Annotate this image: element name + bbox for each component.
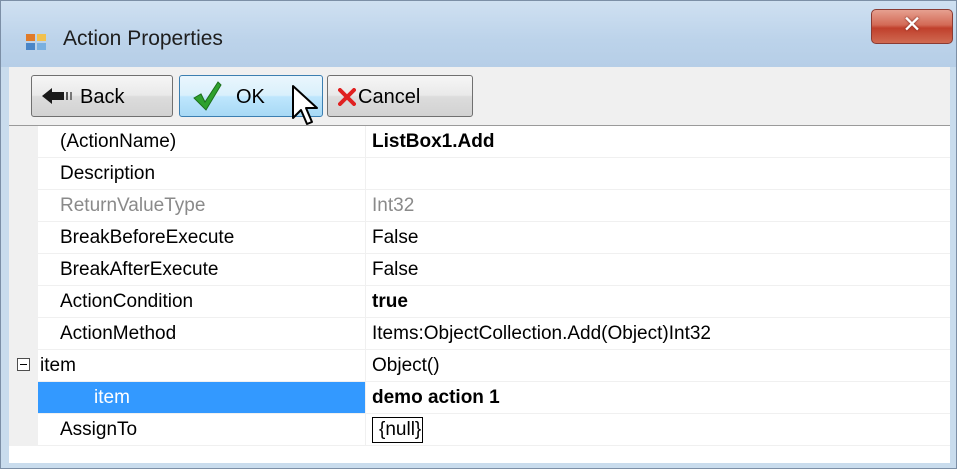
app-form-icon (26, 34, 46, 50)
property-row[interactable]: AssignTo {null} (9, 414, 950, 446)
property-value[interactable]: true (366, 286, 950, 318)
back-label: Back (80, 86, 125, 108)
row-gutter (9, 126, 38, 158)
green-checkmark-icon (193, 81, 222, 111)
property-name[interactable]: ActionMethod (38, 318, 366, 350)
cancel-label: Cancel (358, 86, 421, 108)
property-grid: (ActionName) ListBox1.Add Description Re… (9, 125, 950, 463)
close-icon: ✕ (902, 12, 922, 38)
back-button[interactable]: Back (31, 75, 173, 117)
property-row[interactable]: ActionCondition true (9, 286, 950, 318)
red-x-icon (338, 88, 356, 106)
row-gutter (9, 158, 38, 190)
property-name[interactable]: BreakBeforeExecute (38, 222, 366, 254)
property-value[interactable]: Items:ObjectCollection.Add(Object)Int32 (366, 318, 950, 350)
row-gutter (9, 190, 38, 222)
property-value[interactable]: False (366, 254, 950, 286)
client-area: Back OK Cancel (ActionName) ListBox1.Add (9, 67, 950, 463)
property-value[interactable]: ListBox1.Add (366, 126, 950, 158)
property-value[interactable]: demo action 1 (366, 382, 950, 414)
property-name[interactable]: AssignTo (38, 414, 366, 446)
property-name[interactable]: Description (38, 158, 366, 190)
row-gutter (9, 286, 38, 318)
ok-label: OK (236, 86, 265, 108)
row-gutter (9, 222, 38, 254)
title-bar[interactable]: Action Properties ✕ (1, 1, 956, 67)
row-gutter (9, 254, 38, 286)
property-row[interactable]: BreakBeforeExecute False (9, 222, 950, 254)
property-row[interactable]: (ActionName) ListBox1.Add (9, 126, 950, 158)
property-row[interactable]: ReturnValueType Int32 (9, 190, 950, 222)
value-edit-box[interactable]: {null} (372, 417, 424, 443)
row-gutter (9, 382, 38, 414)
row-gutter (9, 350, 38, 382)
cancel-button[interactable]: Cancel (327, 75, 473, 117)
property-name[interactable]: (ActionName) (38, 126, 366, 158)
row-gutter (9, 414, 38, 446)
property-name[interactable]: BreakAfterExecute (38, 254, 366, 286)
collapse-toggle-icon[interactable] (17, 358, 30, 371)
property-name[interactable]: item (38, 350, 366, 382)
property-value[interactable]: False (366, 222, 950, 254)
property-name[interactable]: ActionCondition (38, 286, 366, 318)
mouse-pointer-icon (292, 85, 318, 125)
property-row[interactable]: Description (9, 158, 950, 190)
property-row[interactable]: ActionMethod Items:ObjectCollection.Add(… (9, 318, 950, 350)
row-gutter (9, 318, 38, 350)
property-row-expandable[interactable]: item Object() (9, 350, 950, 382)
action-properties-window: Action Properties ✕ Back OK Cancel (Acti… (0, 0, 957, 469)
property-row[interactable]: BreakAfterExecute False (9, 254, 950, 286)
property-value: Int32 (366, 190, 950, 222)
property-name[interactable]: item (38, 382, 366, 414)
back-arrow-icon (42, 88, 72, 104)
close-button[interactable]: ✕ (871, 9, 953, 44)
property-value[interactable]: Object() (366, 350, 950, 382)
window-title: Action Properties (63, 27, 223, 50)
property-value[interactable] (366, 158, 950, 190)
property-value-editor[interactable]: {null} (366, 414, 950, 446)
property-name[interactable]: ReturnValueType (38, 190, 366, 222)
toolbar: Back OK Cancel (9, 67, 950, 125)
property-row-selected[interactable]: item demo action 1 (9, 382, 950, 414)
